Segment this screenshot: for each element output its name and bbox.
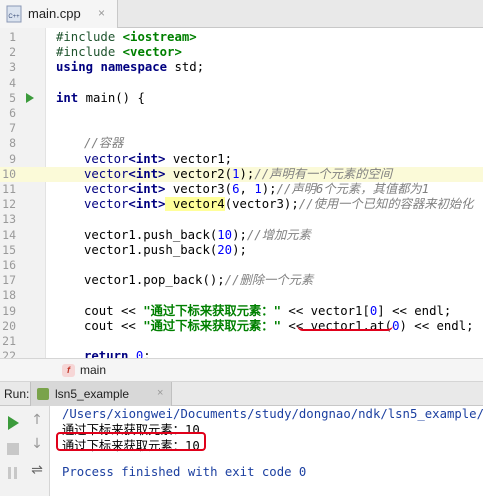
code-line: 14 vector1.push_back(10);//增加元素 bbox=[0, 228, 483, 243]
line-number: 11 bbox=[2, 182, 16, 196]
line-number: 13 bbox=[2, 212, 16, 227]
code-line: 7 bbox=[0, 121, 483, 136]
code-editor[interactable]: 1 #include <iostream> 2 #include <vector… bbox=[0, 28, 483, 363]
line-number: 19 bbox=[2, 303, 16, 318]
tab-run-configuration[interactable]: lsn5_example × bbox=[30, 382, 172, 406]
line-number: 4 bbox=[9, 75, 16, 90]
code-line: 5 int main() { bbox=[0, 91, 483, 106]
code-line: 8 //容器 bbox=[0, 136, 483, 151]
line-number: 14 bbox=[2, 227, 16, 242]
run-main-icon[interactable] bbox=[26, 92, 34, 103]
run-console[interactable]: /Users/xiongwei/Documents/study/dongnao/… bbox=[56, 406, 483, 496]
scroll-down-icon[interactable]: ↓ bbox=[28, 436, 46, 454]
tab-main-cpp[interactable]: C++ main.cpp × bbox=[0, 0, 118, 28]
close-run-tab-icon[interactable]: × bbox=[157, 387, 163, 399]
code-line: 1 #include <iostream> bbox=[0, 30, 483, 45]
line-number: 2 bbox=[9, 45, 16, 60]
line-number: 9 bbox=[9, 151, 16, 166]
pause-icon[interactable] bbox=[4, 464, 22, 482]
editor-tab-bar: C++ main.cpp × bbox=[0, 0, 483, 28]
line-number: 1 bbox=[9, 30, 16, 44]
line-number: 8 bbox=[9, 136, 16, 151]
code-line: 21 bbox=[0, 334, 483, 349]
console-command-path: /Users/xiongwei/Documents/study/dongnao/… bbox=[62, 407, 483, 421]
red-annotation-box bbox=[56, 432, 206, 451]
code-line: 15 vector1.push_back(20); bbox=[0, 243, 483, 258]
line-number: 7 bbox=[9, 121, 16, 136]
executable-icon bbox=[37, 388, 49, 400]
code-line: 19 cout << "通过下标来获取元素：" << vector1[0] <<… bbox=[0, 304, 483, 319]
breadcrumb: f main bbox=[0, 358, 483, 382]
code-line: 11 vector<int> vector3(6, 1);//声明6个元素，其值… bbox=[0, 182, 483, 197]
code-line: 4 bbox=[0, 76, 483, 91]
line-number: 6 bbox=[9, 106, 16, 120]
console-exit-message: Process finished with exit code 0 bbox=[62, 465, 307, 479]
tab-file-name: main.cpp bbox=[28, 6, 81, 21]
soft-wrap-icon[interactable]: ⇌ bbox=[28, 462, 46, 480]
stop-icon[interactable] bbox=[4, 440, 22, 458]
line-number: 3 bbox=[9, 60, 16, 75]
code-line: 3 using namespace std; bbox=[0, 60, 483, 75]
run-tool-window-header: Run: lsn5_example × bbox=[0, 382, 483, 406]
code-line: 13 bbox=[0, 212, 483, 227]
scroll-up-icon[interactable]: ↑ bbox=[28, 412, 46, 430]
line-number: 18 bbox=[2, 288, 16, 303]
code-line-current: 10 vector<int> vector2(1);//声明有一个元素的空间 bbox=[0, 166, 483, 182]
line-number: 5 bbox=[9, 90, 16, 105]
cpp-file-icon: C++ bbox=[6, 5, 22, 23]
code-line: 9 vector<int> vector1; bbox=[0, 152, 483, 167]
line-number: 17 bbox=[2, 273, 16, 288]
red-annotation-underline bbox=[297, 325, 393, 331]
code-line: 12 vector<int> vector4(vector3);//使用一个已知… bbox=[0, 197, 483, 212]
run-side-toolbar: ↑ ↓ ⇌ bbox=[0, 406, 50, 496]
close-tab-icon[interactable]: × bbox=[98, 6, 105, 20]
breadcrumb-item-main[interactable]: main bbox=[80, 363, 106, 377]
code-line: 2 #include <vector> bbox=[0, 45, 483, 60]
function-icon: f bbox=[62, 364, 75, 377]
code-line: 17 vector1.pop_back();//删除一个元素 bbox=[0, 273, 483, 288]
run-panel-title: Run: bbox=[4, 387, 30, 401]
line-number: 16 bbox=[2, 258, 16, 272]
svg-text:C++: C++ bbox=[8, 14, 20, 20]
code-line: 16 bbox=[0, 258, 483, 273]
line-number: 12 bbox=[2, 197, 16, 212]
rerun-icon[interactable] bbox=[4, 414, 22, 432]
line-number: 20 bbox=[2, 318, 16, 333]
code-line: 18 bbox=[0, 288, 483, 303]
code-line: 20 cout << "通过下标来获取元素：" << vector1.at(0)… bbox=[0, 319, 483, 334]
run-tab-label: lsn5_example bbox=[55, 387, 130, 401]
line-number: 15 bbox=[2, 242, 16, 257]
code-line: 6 bbox=[0, 106, 483, 121]
line-number: 21 bbox=[2, 334, 16, 348]
line-number: 10 bbox=[2, 166, 16, 181]
